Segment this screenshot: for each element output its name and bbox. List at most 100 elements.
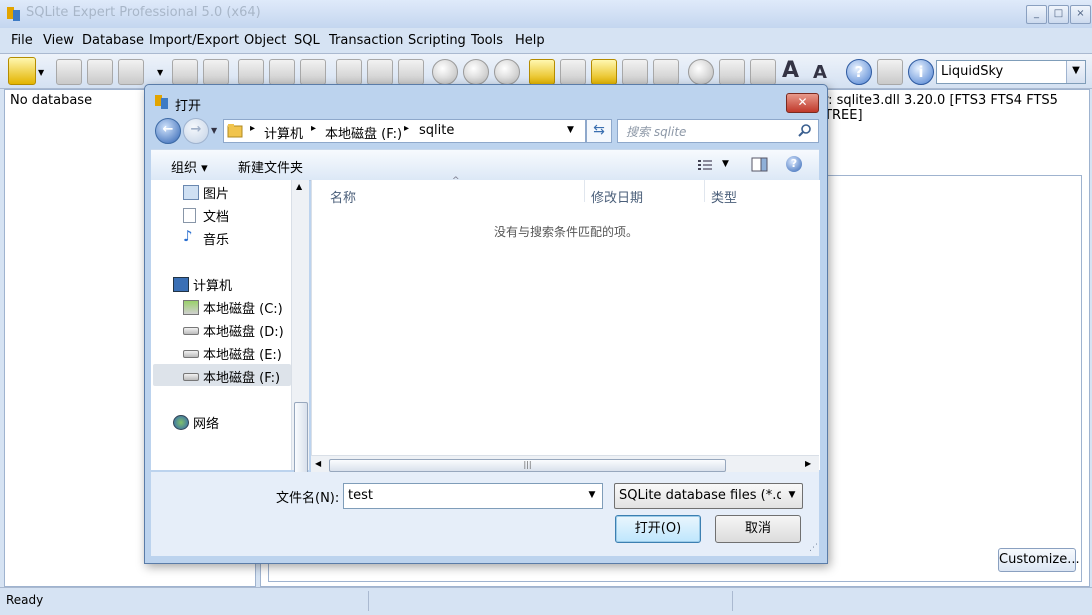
column-divider[interactable] bbox=[584, 180, 585, 202]
search-box[interactable]: 搜索 sqlite bbox=[617, 119, 819, 143]
resize-grip-icon[interactable]: ⋰ bbox=[809, 543, 818, 553]
import-icon[interactable] bbox=[203, 59, 229, 85]
dropdown-icon[interactable]: ▼ bbox=[38, 68, 44, 77]
preview-pane-icon[interactable] bbox=[751, 157, 768, 172]
column-header-date[interactable]: 修改日期 bbox=[591, 187, 643, 206]
drive-icon bbox=[183, 327, 199, 335]
close-button[interactable]: × bbox=[1070, 5, 1091, 24]
nav-item-documents[interactable]: 文档 bbox=[183, 206, 229, 225]
script-icon[interactable] bbox=[529, 59, 555, 85]
execute-sql-icon[interactable] bbox=[367, 59, 393, 85]
backup-icon[interactable] bbox=[118, 59, 144, 85]
nav-item-music[interactable]: ♪ 音乐 bbox=[183, 227, 229, 248]
rewind-icon[interactable] bbox=[494, 59, 520, 85]
nav-item-label: 本地磁盘 (E:) bbox=[203, 348, 282, 363]
menu-sql[interactable]: SQL bbox=[294, 33, 320, 48]
font-decrease-icon[interactable]: A bbox=[813, 62, 827, 83]
nav-item-network[interactable]: 网络 bbox=[173, 413, 219, 432]
copy-icon[interactable] bbox=[719, 59, 745, 85]
breadcrumb-separator-icon: ▸ bbox=[404, 123, 410, 134]
filename-input[interactable]: test ▼ bbox=[343, 483, 603, 509]
nav-item-drive-e[interactable]: 本地磁盘 (E:) bbox=[183, 344, 282, 363]
documents-icon bbox=[183, 208, 196, 223]
chevron-down-icon[interactable]: ▼ bbox=[722, 159, 729, 169]
scroll-thumb[interactable]: ||| bbox=[329, 459, 726, 472]
maximize-button[interactable]: □ bbox=[1048, 5, 1069, 24]
attach-icon[interactable] bbox=[172, 59, 198, 85]
font-increase-icon[interactable]: A bbox=[782, 58, 799, 83]
menu-view[interactable]: View bbox=[43, 33, 74, 48]
menu-object[interactable]: Object bbox=[244, 33, 286, 48]
open-button[interactable]: 打开(O) bbox=[615, 515, 701, 543]
nav-item-drive-f[interactable]: 本地磁盘 (F:) bbox=[183, 367, 280, 386]
dropdown-icon[interactable]: ▼ bbox=[157, 68, 163, 77]
back-arrow-icon[interactable]: ← bbox=[155, 118, 181, 144]
breadcrumb-sqlite[interactable]: sqlite bbox=[419, 123, 454, 138]
customize-button[interactable]: Customize... bbox=[998, 548, 1080, 572]
app-logo-icon bbox=[155, 95, 168, 109]
menu-transaction[interactable]: Transaction bbox=[329, 33, 403, 48]
scroll-left-icon[interactable]: ◀ bbox=[315, 459, 321, 468]
help-icon[interactable]: ? bbox=[846, 59, 872, 85]
sql-editor-icon[interactable] bbox=[336, 59, 362, 85]
chevron-down-icon[interactable]: ▼ bbox=[567, 125, 574, 135]
nav-item-computer[interactable]: 计算机 bbox=[173, 275, 232, 294]
paste-icon[interactable] bbox=[750, 59, 776, 85]
skin-select[interactable]: LiquidSky ▼ bbox=[936, 60, 1086, 84]
breadcrumb-drive-f[interactable]: 本地磁盘 (F:) bbox=[325, 123, 402, 142]
nav-item-pictures[interactable]: 图片 bbox=[183, 183, 229, 202]
no-database-label: No database bbox=[10, 93, 93, 108]
scroll-up-icon[interactable]: ▲ bbox=[296, 182, 302, 191]
menu-import-export[interactable]: Import/Export bbox=[149, 33, 239, 48]
address-bar[interactable]: ▸ 计算机 ▸ 本地磁盘 (F:) ▸ sqlite ▼ bbox=[223, 119, 586, 143]
menu-help[interactable]: Help bbox=[515, 33, 545, 48]
breadcrumb-separator-icon: ▸ bbox=[250, 123, 256, 134]
detach-database-icon[interactable] bbox=[56, 59, 82, 85]
file-list[interactable]: ^ 名称 修改日期 类型 没有与搜索条件匹配的项。 bbox=[311, 176, 820, 470]
stop-icon[interactable] bbox=[463, 59, 489, 85]
chevron-down-icon[interactable]: ▼ bbox=[782, 484, 802, 508]
vacuum-icon[interactable] bbox=[87, 59, 113, 85]
view-options-icon[interactable] bbox=[697, 158, 713, 172]
cancel-button[interactable]: 取消 bbox=[715, 515, 801, 543]
organize-button[interactable]: 组织 ▾ bbox=[171, 157, 208, 176]
breadcrumb-computer[interactable]: 计算机 bbox=[264, 123, 303, 142]
refresh-icon[interactable]: ⇆ bbox=[586, 119, 612, 143]
script-debug-icon[interactable] bbox=[653, 59, 679, 85]
nav-vertical-scrollbar[interactable]: ▲ ▼ bbox=[291, 180, 309, 554]
chevron-down-icon[interactable]: ▼ bbox=[582, 484, 602, 508]
script-run-icon[interactable] bbox=[560, 59, 586, 85]
forward-arrow-icon[interactable]: → bbox=[183, 118, 209, 144]
search-icon[interactable] bbox=[798, 124, 811, 137]
menu-database[interactable]: Database bbox=[82, 33, 144, 48]
open-database-icon[interactable] bbox=[8, 57, 36, 85]
nav-item-drive-d[interactable]: 本地磁盘 (D:) bbox=[183, 321, 284, 340]
recent-dropdown-icon[interactable]: ▼ bbox=[211, 126, 217, 135]
new-table-icon[interactable] bbox=[238, 59, 264, 85]
scroll-right-icon[interactable]: ▶ bbox=[805, 459, 811, 468]
file-list-horizontal-scrollbar[interactable]: ◀ ||| ▶ bbox=[311, 455, 819, 473]
script-stop-icon[interactable] bbox=[591, 59, 617, 85]
filetype-select[interactable]: SQLite database files (*.db, *. ▼ bbox=[614, 483, 803, 509]
column-header-type[interactable]: 类型 bbox=[711, 187, 737, 206]
menu-tools[interactable]: Tools bbox=[471, 33, 503, 48]
column-divider[interactable] bbox=[704, 180, 705, 202]
play-icon[interactable] bbox=[432, 59, 458, 85]
dialog-close-button[interactable]: ✕ bbox=[786, 93, 819, 113]
info-icon[interactable]: i bbox=[908, 59, 934, 85]
edit-table-icon[interactable] bbox=[269, 59, 295, 85]
new-folder-button[interactable]: 新建文件夹 bbox=[238, 157, 303, 176]
column-header-name[interactable]: 名称 bbox=[330, 187, 356, 206]
update-icon[interactable] bbox=[877, 59, 903, 85]
script-edit-icon[interactable] bbox=[622, 59, 648, 85]
chevron-down-icon[interactable]: ▼ bbox=[1066, 61, 1085, 83]
nav-item-drive-c[interactable]: 本地磁盘 (C:) bbox=[183, 298, 283, 317]
settings-icon[interactable] bbox=[688, 59, 714, 85]
minimize-button[interactable]: _ bbox=[1026, 5, 1047, 24]
help-icon[interactable]: ? bbox=[786, 156, 802, 172]
menu-file[interactable]: File bbox=[11, 33, 33, 48]
execute-current-icon[interactable] bbox=[398, 59, 424, 85]
drop-table-icon[interactable] bbox=[300, 59, 326, 85]
menu-scripting[interactable]: Scripting bbox=[408, 33, 466, 48]
navigation-pane[interactable]: 图片 文档 ♪ 音乐 计算机 本地磁盘 (C:) 本地磁盘 (D:) 本地磁盘 … bbox=[151, 180, 309, 470]
